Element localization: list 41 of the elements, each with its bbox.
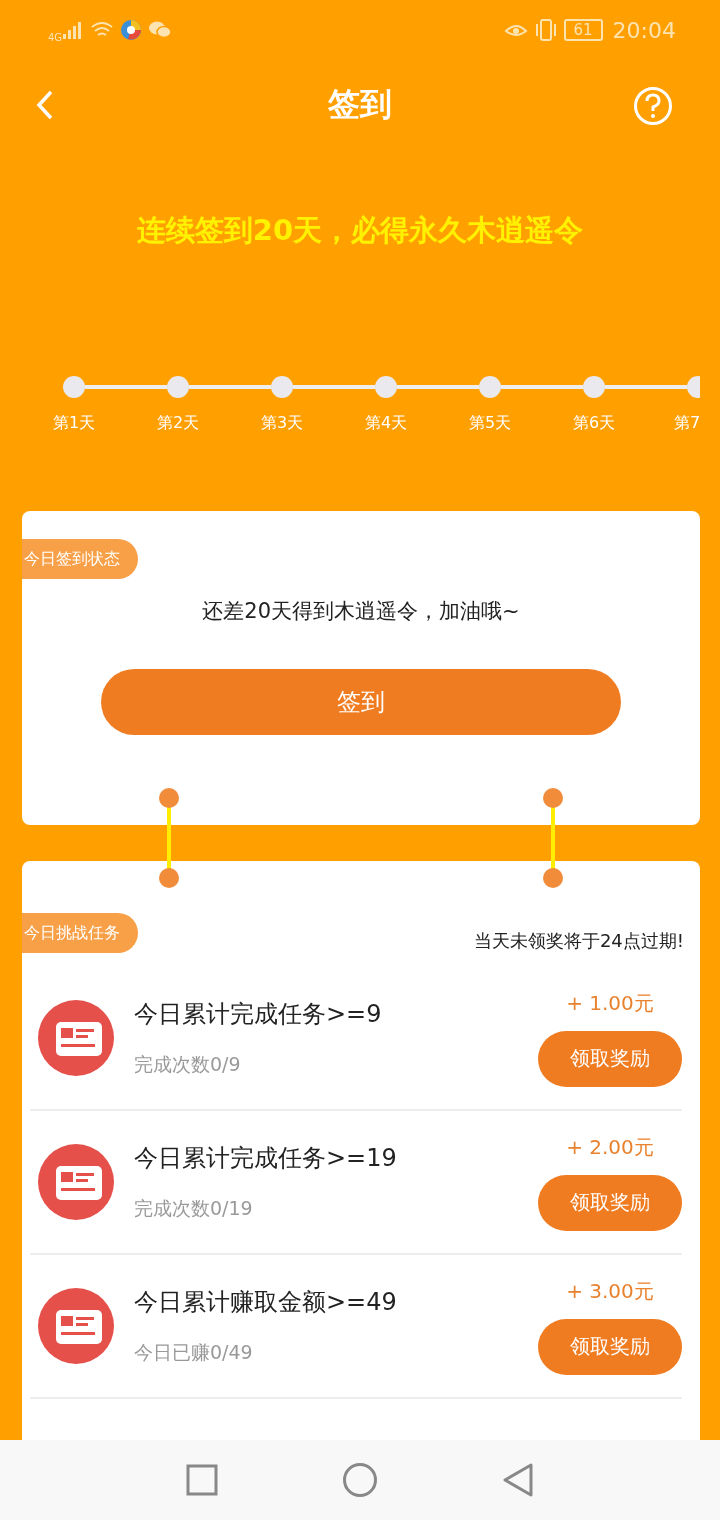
section-tag: 今日挑战任务 bbox=[22, 913, 138, 953]
network-type: 4G bbox=[48, 31, 63, 43]
circle-icon[interactable] bbox=[342, 1462, 378, 1498]
app-icon bbox=[120, 19, 143, 41]
section-tag: 今日签到状态 bbox=[22, 539, 138, 579]
day-label: 第3天 bbox=[260, 413, 304, 434]
wifi-icon bbox=[90, 21, 115, 39]
task-progress: 今日已赚0/49 bbox=[134, 1340, 253, 1366]
banner-text: 连续签到20天，必得永久木逍遥令 bbox=[135, 212, 585, 249]
battery-indicator: 61 bbox=[563, 19, 603, 41]
claim-reward-button[interactable]: 领取奖励 bbox=[538, 1030, 682, 1087]
help-icon[interactable] bbox=[633, 86, 673, 126]
news-card-icon bbox=[38, 1000, 114, 1076]
reward-amount: + 3.00元 bbox=[566, 1277, 654, 1305]
reward-amount: + 1.00元 bbox=[566, 989, 654, 1017]
back-triangle-icon[interactable] bbox=[502, 1463, 534, 1497]
task-title: 今日累计赚取金额>=49 bbox=[134, 1287, 398, 1318]
news-card-icon bbox=[38, 1288, 114, 1364]
expiry-notice: 当天未领奖将于24点过期! bbox=[473, 929, 684, 953]
day-label: 第1天 bbox=[52, 413, 96, 434]
clock-time: 20:04 bbox=[612, 17, 676, 43]
task-title: 今日累计完成任务>=19 bbox=[134, 1143, 398, 1174]
day-label: 第4天 bbox=[364, 413, 408, 434]
claim-reward-button[interactable]: 领取奖励 bbox=[538, 1318, 682, 1375]
status-message: 还差20天得到木逍遥令，加油哦~ bbox=[201, 598, 521, 625]
news-card-icon bbox=[38, 1144, 114, 1220]
square-icon[interactable] bbox=[186, 1464, 218, 1496]
page-title: 签到 bbox=[328, 84, 392, 125]
reward-amount: + 2.00元 bbox=[566, 1133, 654, 1161]
sign-in-button[interactable]: 签到 bbox=[101, 669, 621, 735]
task-progress: 完成次数0/19 bbox=[134, 1196, 253, 1222]
day-label: 第6天 bbox=[572, 413, 616, 434]
day-label: 第7 bbox=[674, 413, 700, 434]
task-progress: 完成次数0/9 bbox=[134, 1052, 241, 1078]
claim-reward-button[interactable]: 领取奖励 bbox=[538, 1174, 682, 1231]
day-label: 第5天 bbox=[468, 413, 512, 434]
task-title: 今日累计完成任务>=9 bbox=[134, 999, 383, 1030]
vibrate-icon bbox=[533, 19, 558, 41]
chat-icon bbox=[148, 20, 173, 40]
day-label: 第2天 bbox=[156, 413, 200, 434]
back-icon[interactable] bbox=[36, 90, 54, 120]
